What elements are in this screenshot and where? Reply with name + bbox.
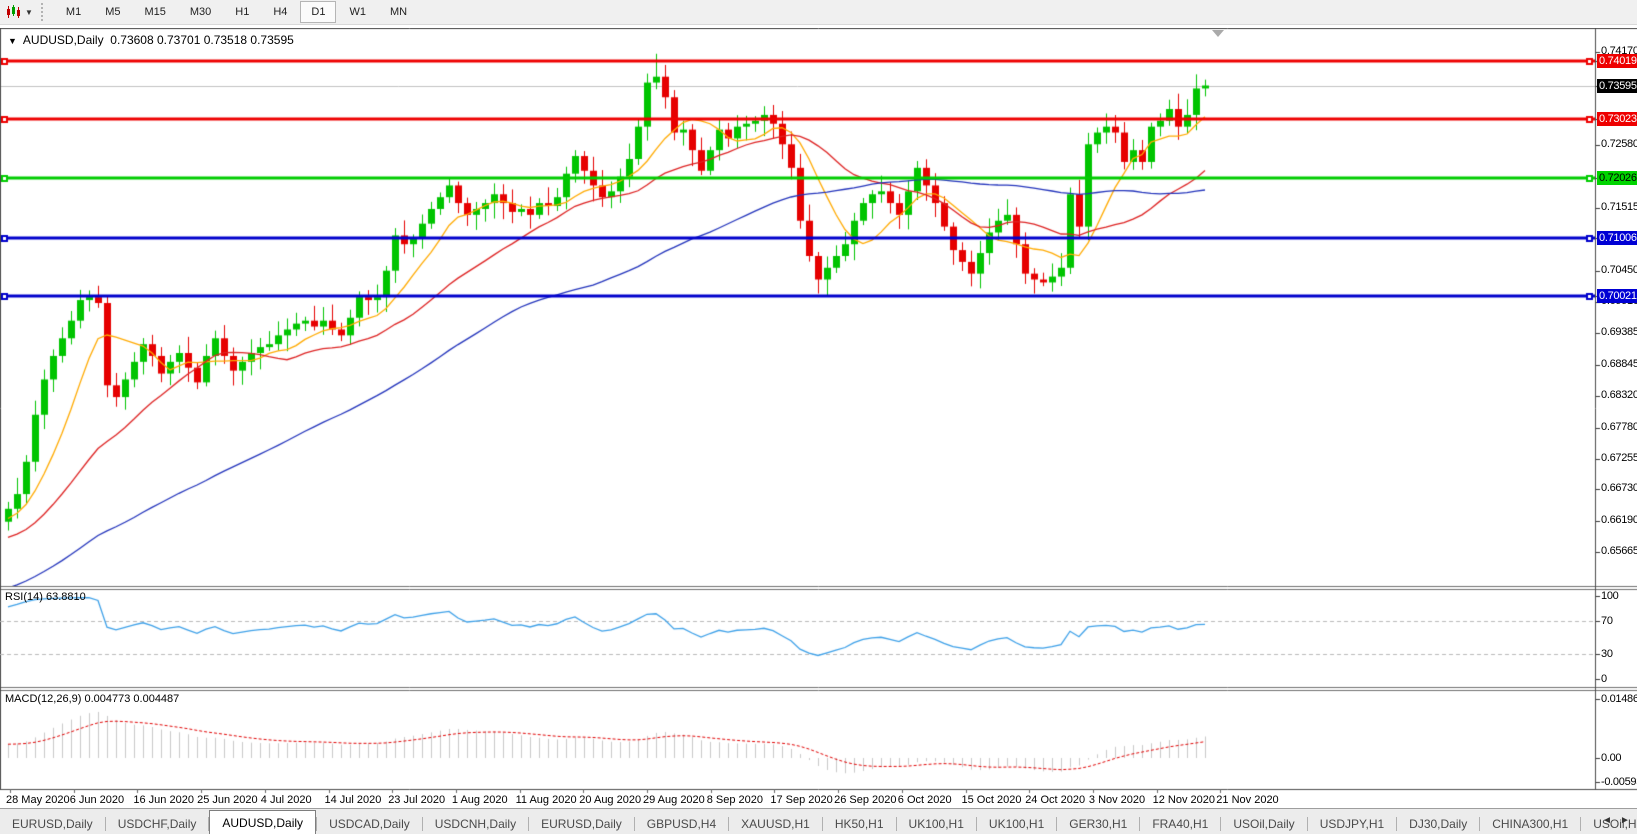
macd-indicator-label: MACD(12,26,9) 0.004773 0.004487 — [5, 693, 179, 705]
price-axis-label: 0.71515 — [1601, 201, 1637, 213]
price-axis-label: 0.66730 — [1601, 482, 1637, 494]
timeframe-button-MN[interactable]: MN — [379, 1, 418, 23]
price-badge: 0.73595 — [1597, 79, 1637, 93]
tab-scroll-left-icon[interactable]: ◄ — [1602, 815, 1612, 826]
timeframe-button-W1[interactable]: W1 — [338, 1, 377, 23]
date-label: 23 Jul 2020 — [388, 794, 445, 806]
chart-tabs: EURUSD,DailyUSDCHF,DailyAUDUSD,DailyUSDC… — [0, 810, 1637, 834]
tab-CHINA300-H1[interactable]: CHINA300,H1 — [1480, 814, 1580, 834]
chart-type-icon[interactable] — [4, 3, 24, 21]
price-axis-label: 0.67780 — [1601, 421, 1637, 433]
date-label: 8 Sep 2020 — [707, 794, 763, 806]
date-label: 12 Nov 2020 — [1153, 794, 1215, 806]
date-label: 1 Aug 2020 — [452, 794, 508, 806]
date-label: 25 Jun 2020 — [197, 794, 258, 806]
price-axis-label: 0.70450 — [1601, 264, 1637, 276]
tab-XAUUSD-H1[interactable]: XAUUSD,H1 — [729, 814, 822, 834]
date-label: 29 Aug 2020 — [643, 794, 705, 806]
date-label: 26 Sep 2020 — [834, 794, 896, 806]
timeframe-button-M30[interactable]: M30 — [179, 1, 222, 23]
tab-FRA40-H1[interactable]: FRA40,H1 — [1140, 814, 1220, 834]
tab-USDCHF-Daily[interactable]: USDCHF,Daily — [106, 814, 209, 834]
tab-GBPUSD-H4[interactable]: GBPUSD,H4 — [635, 814, 728, 834]
price-axis-label: 0.72580 — [1601, 138, 1637, 150]
date-label: 17 Sep 2020 — [770, 794, 832, 806]
rsi-scale-label: 0 — [1601, 673, 1607, 685]
rsi-scale-label: 30 — [1601, 648, 1613, 660]
chart-window — [0, 28, 1637, 790]
tab-DJ30-Daily[interactable]: DJ30,Daily — [1397, 814, 1479, 834]
date-label: 28 May 2020 — [6, 794, 70, 806]
timeframe-button-M5[interactable]: M5 — [94, 1, 131, 23]
timeframe-button-D1[interactable]: D1 — [300, 1, 336, 23]
price-axis-label: 0.69385 — [1601, 326, 1637, 338]
date-label: 21 Nov 2020 — [1216, 794, 1278, 806]
tab-scroll-right-icon[interactable]: ► — [1620, 815, 1630, 826]
tab-EURUSD-Daily[interactable]: EURUSD,Daily — [529, 814, 634, 834]
timeframe-toolbar: ▼ M1M5M15M30H1H4D1W1MN — [0, 0, 1637, 25]
price-badge: 0.70021 — [1597, 289, 1637, 303]
tab-USDCNH-Daily[interactable]: USDCNH,Daily — [423, 814, 528, 834]
date-label: 11 Aug 2020 — [516, 794, 577, 806]
price-axis-label: 0.65665 — [1601, 545, 1637, 557]
macd-scale-label: 0.00 — [1601, 752, 1621, 764]
date-label: 15 Oct 2020 — [962, 794, 1022, 806]
price-axis-label: 0.66190 — [1601, 514, 1637, 526]
chart-symbol-label: AUDUSD,Daily — [23, 33, 104, 47]
timeframe-button-M15[interactable]: M15 — [133, 1, 176, 23]
timeframe-button-H4[interactable]: H4 — [262, 1, 298, 23]
price-badge: 0.74019 — [1597, 54, 1637, 68]
chart-collapse-icon[interactable]: ▼ — [8, 36, 17, 46]
price-axis-label: 0.68320 — [1601, 389, 1637, 401]
chart-tabbar: EURUSD,DailyUSDCHF,DailyAUDUSD,DailyUSDC… — [0, 808, 1637, 834]
tab-EURUSD-Daily[interactable]: EURUSD,Daily — [0, 814, 105, 834]
date-label: 4 Jul 2020 — [261, 794, 312, 806]
tab-USDCAD-Daily[interactable]: USDCAD,Daily — [317, 814, 422, 834]
date-label: 20 Aug 2020 — [579, 794, 641, 806]
date-label: 14 Jul 2020 — [325, 794, 382, 806]
date-label: 3 Nov 2020 — [1089, 794, 1145, 806]
price-badge: 0.71006 — [1597, 231, 1637, 245]
tab-GER30-H1[interactable]: GER30,H1 — [1057, 814, 1139, 834]
rsi-indicator-label: RSI(14) 63.8810 — [5, 591, 86, 603]
macd-scale-label: -0.005938 — [1601, 776, 1637, 788]
price-badge: 0.73023 — [1597, 112, 1637, 126]
chevron-down-icon[interactable]: ▼ — [25, 8, 33, 17]
chart-shift-marker[interactable] — [1212, 30, 1224, 37]
toolbar-gripper[interactable] — [41, 3, 46, 21]
price-badge: 0.72026 — [1597, 171, 1637, 185]
timeframe-buttons: M1M5M15M30H1H4D1W1MN — [54, 1, 419, 23]
chart-title: ▼ AUDUSD,Daily 0.73608 0.73701 0.73518 0.… — [8, 33, 294, 47]
price-axis-label: 0.67255 — [1601, 452, 1637, 464]
date-label: 6 Jun 2020 — [70, 794, 124, 806]
rsi-scale-label: 100 — [1601, 590, 1618, 602]
tab-HK50-H1[interactable]: HK50,H1 — [823, 814, 896, 834]
date-label: 6 Oct 2020 — [898, 794, 952, 806]
macd-scale-label: 0.014861 — [1601, 693, 1637, 705]
price-axis-label: 0.68845 — [1601, 358, 1637, 370]
date-label: 16 Jun 2020 — [133, 794, 194, 806]
rsi-scale-label: 70 — [1601, 615, 1613, 627]
tab-UK100-H1[interactable]: UK100,H1 — [897, 814, 976, 834]
mt4-window: ▼ M1M5M15M30H1H4D1W1MN ▼ AUDUSD,Daily 0.7… — [0, 0, 1637, 834]
timeframe-button-M1[interactable]: M1 — [55, 1, 92, 23]
chart-ohlc-values: 0.73608 0.73701 0.73518 0.73595 — [110, 33, 294, 47]
tab-USOil-Daily[interactable]: USOil,Daily — [1221, 814, 1306, 834]
chart-canvas[interactable] — [0, 28, 1637, 834]
date-label: 24 Oct 2020 — [1025, 794, 1085, 806]
tab-USDJPY-H1[interactable]: USDJPY,H1 — [1308, 814, 1396, 834]
tab-UK100-H1[interactable]: UK100,H1 — [977, 814, 1056, 834]
timeframe-button-H1[interactable]: H1 — [224, 1, 260, 23]
tab-AUDUSD-Daily[interactable]: AUDUSD,Daily — [209, 810, 316, 834]
